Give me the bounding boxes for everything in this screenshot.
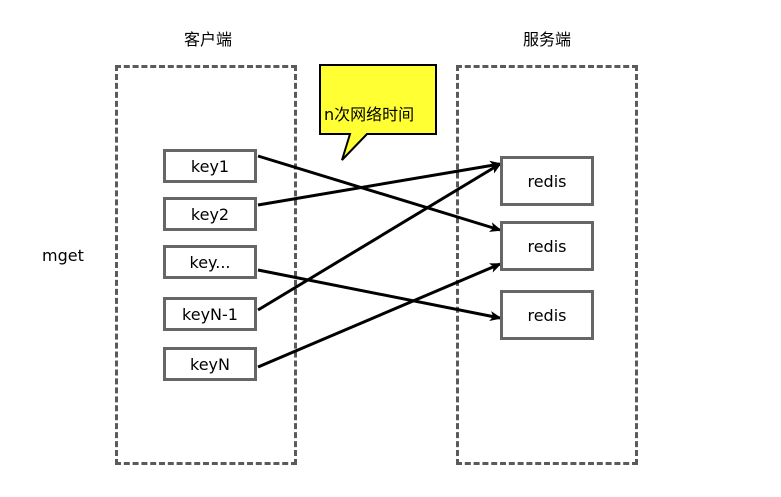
edge-keyn-redis2 <box>257 262 502 369</box>
key-box-2: key2 <box>163 197 257 231</box>
edge-keydots-redis3 <box>257 268 502 321</box>
key-box-dots: key... <box>163 245 257 279</box>
key-box-n-1: keyN-1 <box>163 297 257 331</box>
key-box-1: key1 <box>163 149 257 183</box>
redis-node-3: redis <box>500 290 594 340</box>
edges-layer <box>257 154 502 369</box>
redis-node-1: redis <box>500 156 594 206</box>
key-box-n: keyN <box>163 347 257 381</box>
edge-key1-redis2 <box>257 154 502 232</box>
redis-node-2: redis <box>500 221 594 271</box>
